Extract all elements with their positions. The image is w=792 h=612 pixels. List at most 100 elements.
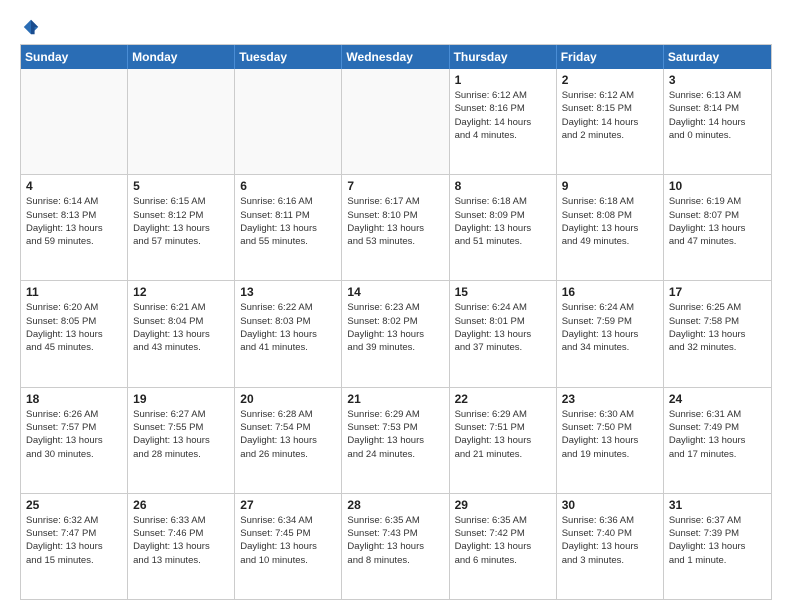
calendar-row: 11Sunrise: 6:20 AMSunset: 8:05 PMDayligh…	[21, 281, 771, 387]
day-number: 7	[347, 179, 443, 193]
calendar-cell: 14 Sunrise: 6:23 AMSunset: 8:02 PMDayligh…	[342, 281, 449, 386]
calendar-cell: 15 Sunrise: 6:24 AMSunset: 8:01 PMDayligh…	[450, 281, 557, 386]
calendar-cell: 13 Sunrise: 6:22 AMSunset: 8:03 PMDayligh…	[235, 281, 342, 386]
day-number: 16	[562, 285, 658, 299]
calendar-cell: 11Sunrise: 6:20 AMSunset: 8:05 PMDayligh…	[21, 281, 128, 386]
calendar-cell: 7 Sunrise: 6:17 AMSunset: 8:10 PMDaylight…	[342, 175, 449, 280]
day-number: 15	[455, 285, 551, 299]
day-number: 22	[455, 392, 551, 406]
calendar-cell: 31 Sunrise: 6:37 AMSunset: 7:39 PMDayligh…	[664, 494, 771, 599]
day-number: 21	[347, 392, 443, 406]
calendar-cell: 23 Sunrise: 6:30 AMSunset: 7:50 PMDayligh…	[557, 388, 664, 493]
day-info: Sunrise: 6:29 AMSunset: 7:51 PMDaylight:…	[455, 408, 551, 461]
calendar-header-cell: Wednesday	[342, 45, 449, 69]
calendar-cell: 9 Sunrise: 6:18 AMSunset: 8:08 PMDaylight…	[557, 175, 664, 280]
calendar-row: 18 Sunrise: 6:26 AMSunset: 7:57 PMDayligh…	[21, 388, 771, 494]
day-number: 24	[669, 392, 766, 406]
calendar-cell: 4Sunrise: 6:14 AMSunset: 8:13 PMDaylight…	[21, 175, 128, 280]
calendar-cell: 28Sunrise: 6:35 AMSunset: 7:43 PMDayligh…	[342, 494, 449, 599]
calendar-cell: 5 Sunrise: 6:15 AMSunset: 8:12 PMDaylight…	[128, 175, 235, 280]
calendar-cell: 26 Sunrise: 6:33 AMSunset: 7:46 PMDayligh…	[128, 494, 235, 599]
day-info: Sunrise: 6:30 AMSunset: 7:50 PMDaylight:…	[562, 408, 658, 461]
calendar-cell: 19Sunrise: 6:27 AMSunset: 7:55 PMDayligh…	[128, 388, 235, 493]
calendar-header-cell: Monday	[128, 45, 235, 69]
day-info: Sunrise: 6:15 AMSunset: 8:12 PMDaylight:…	[133, 195, 229, 248]
calendar-cell	[235, 69, 342, 174]
calendar-header-cell: Saturday	[664, 45, 771, 69]
day-info: Sunrise: 6:18 AMSunset: 8:09 PMDaylight:…	[455, 195, 551, 248]
calendar-cell: 10 Sunrise: 6:19 AMSunset: 8:07 PMDayligh…	[664, 175, 771, 280]
day-number: 26	[133, 498, 229, 512]
day-info: Sunrise: 6:24 AMSunset: 8:01 PMDaylight:…	[455, 301, 551, 354]
header	[20, 18, 772, 36]
calendar-header-cell: Friday	[557, 45, 664, 69]
calendar-cell: 22 Sunrise: 6:29 AMSunset: 7:51 PMDayligh…	[450, 388, 557, 493]
calendar-cell: 8 Sunrise: 6:18 AMSunset: 8:09 PMDaylight…	[450, 175, 557, 280]
day-info: Sunrise: 6:25 AMSunset: 7:58 PMDaylight:…	[669, 301, 766, 354]
calendar-wrapper: SundayMondayTuesdayWednesdayThursdayFrid…	[20, 44, 772, 600]
logo-icon	[22, 18, 40, 36]
day-info: Sunrise: 6:23 AMSunset: 8:02 PMDaylight:…	[347, 301, 443, 354]
calendar-cell: 20Sunrise: 6:28 AMSunset: 7:54 PMDayligh…	[235, 388, 342, 493]
day-info: Sunrise: 6:36 AMSunset: 7:40 PMDaylight:…	[562, 514, 658, 567]
day-info: Sunrise: 6:14 AMSunset: 8:13 PMDaylight:…	[26, 195, 122, 248]
day-info: Sunrise: 6:18 AMSunset: 8:08 PMDaylight:…	[562, 195, 658, 248]
calendar-row: 1Sunrise: 6:12 AMSunset: 8:16 PMDaylight…	[21, 69, 771, 175]
day-number: 10	[669, 179, 766, 193]
calendar-cell: 12 Sunrise: 6:21 AMSunset: 8:04 PMDayligh…	[128, 281, 235, 386]
calendar-cell: 3 Sunrise: 6:13 AMSunset: 8:14 PMDaylight…	[664, 69, 771, 174]
day-number: 27	[240, 498, 336, 512]
day-number: 6	[240, 179, 336, 193]
day-info: Sunrise: 6:16 AMSunset: 8:11 PMDaylight:…	[240, 195, 336, 248]
calendar-cell: 30Sunrise: 6:36 AMSunset: 7:40 PMDayligh…	[557, 494, 664, 599]
logo	[20, 18, 40, 36]
calendar-cell: 17 Sunrise: 6:25 AMSunset: 7:58 PMDayligh…	[664, 281, 771, 386]
day-info: Sunrise: 6:33 AMSunset: 7:46 PMDaylight:…	[133, 514, 229, 567]
day-number: 13	[240, 285, 336, 299]
calendar-row: 25 Sunrise: 6:32 AMSunset: 7:47 PMDayligh…	[21, 494, 771, 599]
day-number: 9	[562, 179, 658, 193]
day-info: Sunrise: 6:22 AMSunset: 8:03 PMDaylight:…	[240, 301, 336, 354]
day-info: Sunrise: 6:24 AMSunset: 7:59 PMDaylight:…	[562, 301, 658, 354]
calendar-body: 1Sunrise: 6:12 AMSunset: 8:16 PMDaylight…	[21, 69, 771, 599]
calendar-header: SundayMondayTuesdayWednesdayThursdayFrid…	[21, 45, 771, 69]
day-number: 23	[562, 392, 658, 406]
day-info: Sunrise: 6:37 AMSunset: 7:39 PMDaylight:…	[669, 514, 766, 567]
calendar-cell: 6 Sunrise: 6:16 AMSunset: 8:11 PMDaylight…	[235, 175, 342, 280]
day-info: Sunrise: 6:13 AMSunset: 8:14 PMDaylight:…	[669, 89, 766, 142]
calendar-cell: 16 Sunrise: 6:24 AMSunset: 7:59 PMDayligh…	[557, 281, 664, 386]
calendar-cell: 29Sunrise: 6:35 AMSunset: 7:42 PMDayligh…	[450, 494, 557, 599]
day-number: 25	[26, 498, 122, 512]
day-number: 8	[455, 179, 551, 193]
day-number: 5	[133, 179, 229, 193]
day-info: Sunrise: 6:26 AMSunset: 7:57 PMDaylight:…	[26, 408, 122, 461]
day-number: 18	[26, 392, 122, 406]
day-number: 17	[669, 285, 766, 299]
day-number: 31	[669, 498, 766, 512]
calendar-cell: 27Sunrise: 6:34 AMSunset: 7:45 PMDayligh…	[235, 494, 342, 599]
page: SundayMondayTuesdayWednesdayThursdayFrid…	[0, 0, 792, 612]
day-number: 12	[133, 285, 229, 299]
calendar-header-cell: Sunday	[21, 45, 128, 69]
calendar-cell: 2Sunrise: 6:12 AMSunset: 8:15 PMDaylight…	[557, 69, 664, 174]
calendar-header-cell: Tuesday	[235, 45, 342, 69]
day-info: Sunrise: 6:17 AMSunset: 8:10 PMDaylight:…	[347, 195, 443, 248]
calendar-cell: 25 Sunrise: 6:32 AMSunset: 7:47 PMDayligh…	[21, 494, 128, 599]
day-info: Sunrise: 6:20 AMSunset: 8:05 PMDaylight:…	[26, 301, 122, 354]
calendar-cell	[342, 69, 449, 174]
day-info: Sunrise: 6:32 AMSunset: 7:47 PMDaylight:…	[26, 514, 122, 567]
calendar-cell: 24Sunrise: 6:31 AMSunset: 7:49 PMDayligh…	[664, 388, 771, 493]
day-number: 2	[562, 73, 658, 87]
day-number: 20	[240, 392, 336, 406]
calendar-cell	[128, 69, 235, 174]
calendar-cell: 21Sunrise: 6:29 AMSunset: 7:53 PMDayligh…	[342, 388, 449, 493]
day-info: Sunrise: 6:35 AMSunset: 7:43 PMDaylight:…	[347, 514, 443, 567]
calendar-cell: 1Sunrise: 6:12 AMSunset: 8:16 PMDaylight…	[450, 69, 557, 174]
day-info: Sunrise: 6:21 AMSunset: 8:04 PMDaylight:…	[133, 301, 229, 354]
day-number: 14	[347, 285, 443, 299]
day-number: 29	[455, 498, 551, 512]
calendar-cell: 18 Sunrise: 6:26 AMSunset: 7:57 PMDayligh…	[21, 388, 128, 493]
day-info: Sunrise: 6:12 AMSunset: 8:16 PMDaylight:…	[455, 89, 551, 142]
day-info: Sunrise: 6:19 AMSunset: 8:07 PMDaylight:…	[669, 195, 766, 248]
day-number: 3	[669, 73, 766, 87]
